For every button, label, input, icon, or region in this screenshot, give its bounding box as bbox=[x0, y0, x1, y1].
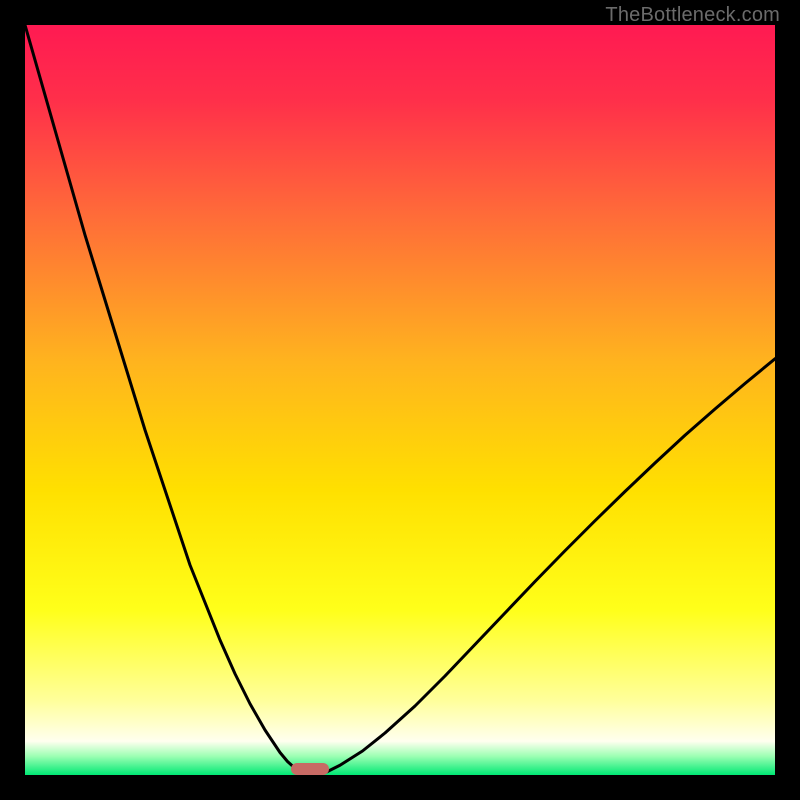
chart-frame: TheBottleneck.com bbox=[0, 0, 800, 800]
bottleneck-curve bbox=[25, 25, 775, 775]
plot-area bbox=[25, 25, 775, 775]
optimal-marker bbox=[291, 763, 329, 775]
watermark-text: TheBottleneck.com bbox=[605, 4, 780, 27]
